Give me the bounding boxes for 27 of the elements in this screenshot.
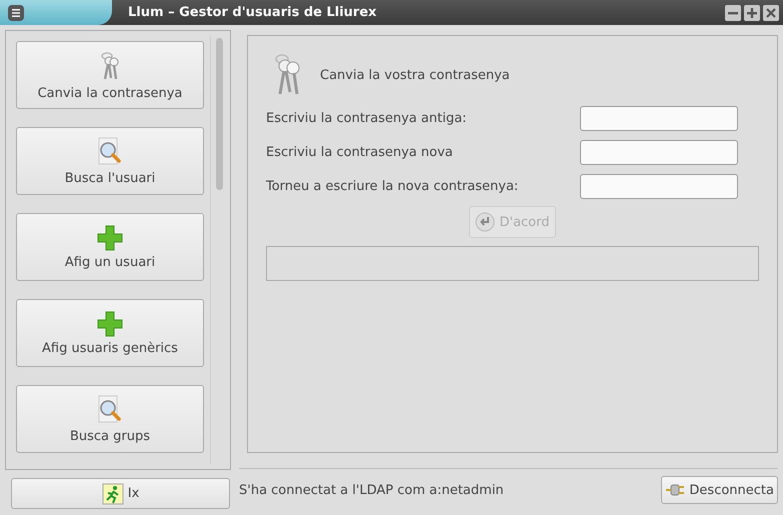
plus-icon [97,224,123,250]
window-menu-tab[interactable] [0,0,112,25]
magnifier-icon [97,394,123,424]
sidebar-button[interactable]: Afig un usuari [16,213,204,281]
menu-icon[interactable] [8,4,24,20]
minimize-icon[interactable] [725,4,741,20]
window-title: Llum – Gestor d'usuaris de Lliurex [128,5,378,20]
plus-icon [97,310,123,336]
password-field[interactable] [580,140,738,165]
field-label: Torneu a escriure la nova contrasenya: [266,179,520,194]
close-icon[interactable] [763,4,779,20]
running-man-icon [102,482,124,504]
sidebar-button[interactable]: Busca l'usuari [16,127,204,195]
sidebar-button[interactable]: Busca grups [16,385,204,453]
scrollbar-thumb[interactable] [216,38,222,190]
password-field[interactable] [580,174,738,199]
field-label: Escriviu la contrasenya antiga: [266,111,468,126]
password-field[interactable] [580,106,738,131]
exit-button[interactable]: Ix [11,478,230,509]
field-label: Escriviu la contrasenya nova [266,145,454,160]
disconnect-button[interactable]: Desconnecta [661,476,778,504]
magnifier-icon [97,136,123,166]
status-message: S'ha connectat a l'LDAP com a:netadmin [239,482,504,498]
sidebar-button[interactable]: Canvia la contrasenya [16,41,204,109]
maximize-icon[interactable] [744,4,760,20]
sidebar-button[interactable]: Afig usuaris genèrics [16,299,204,367]
form-heading: Canvia la vostra contrasenya [320,68,510,82]
